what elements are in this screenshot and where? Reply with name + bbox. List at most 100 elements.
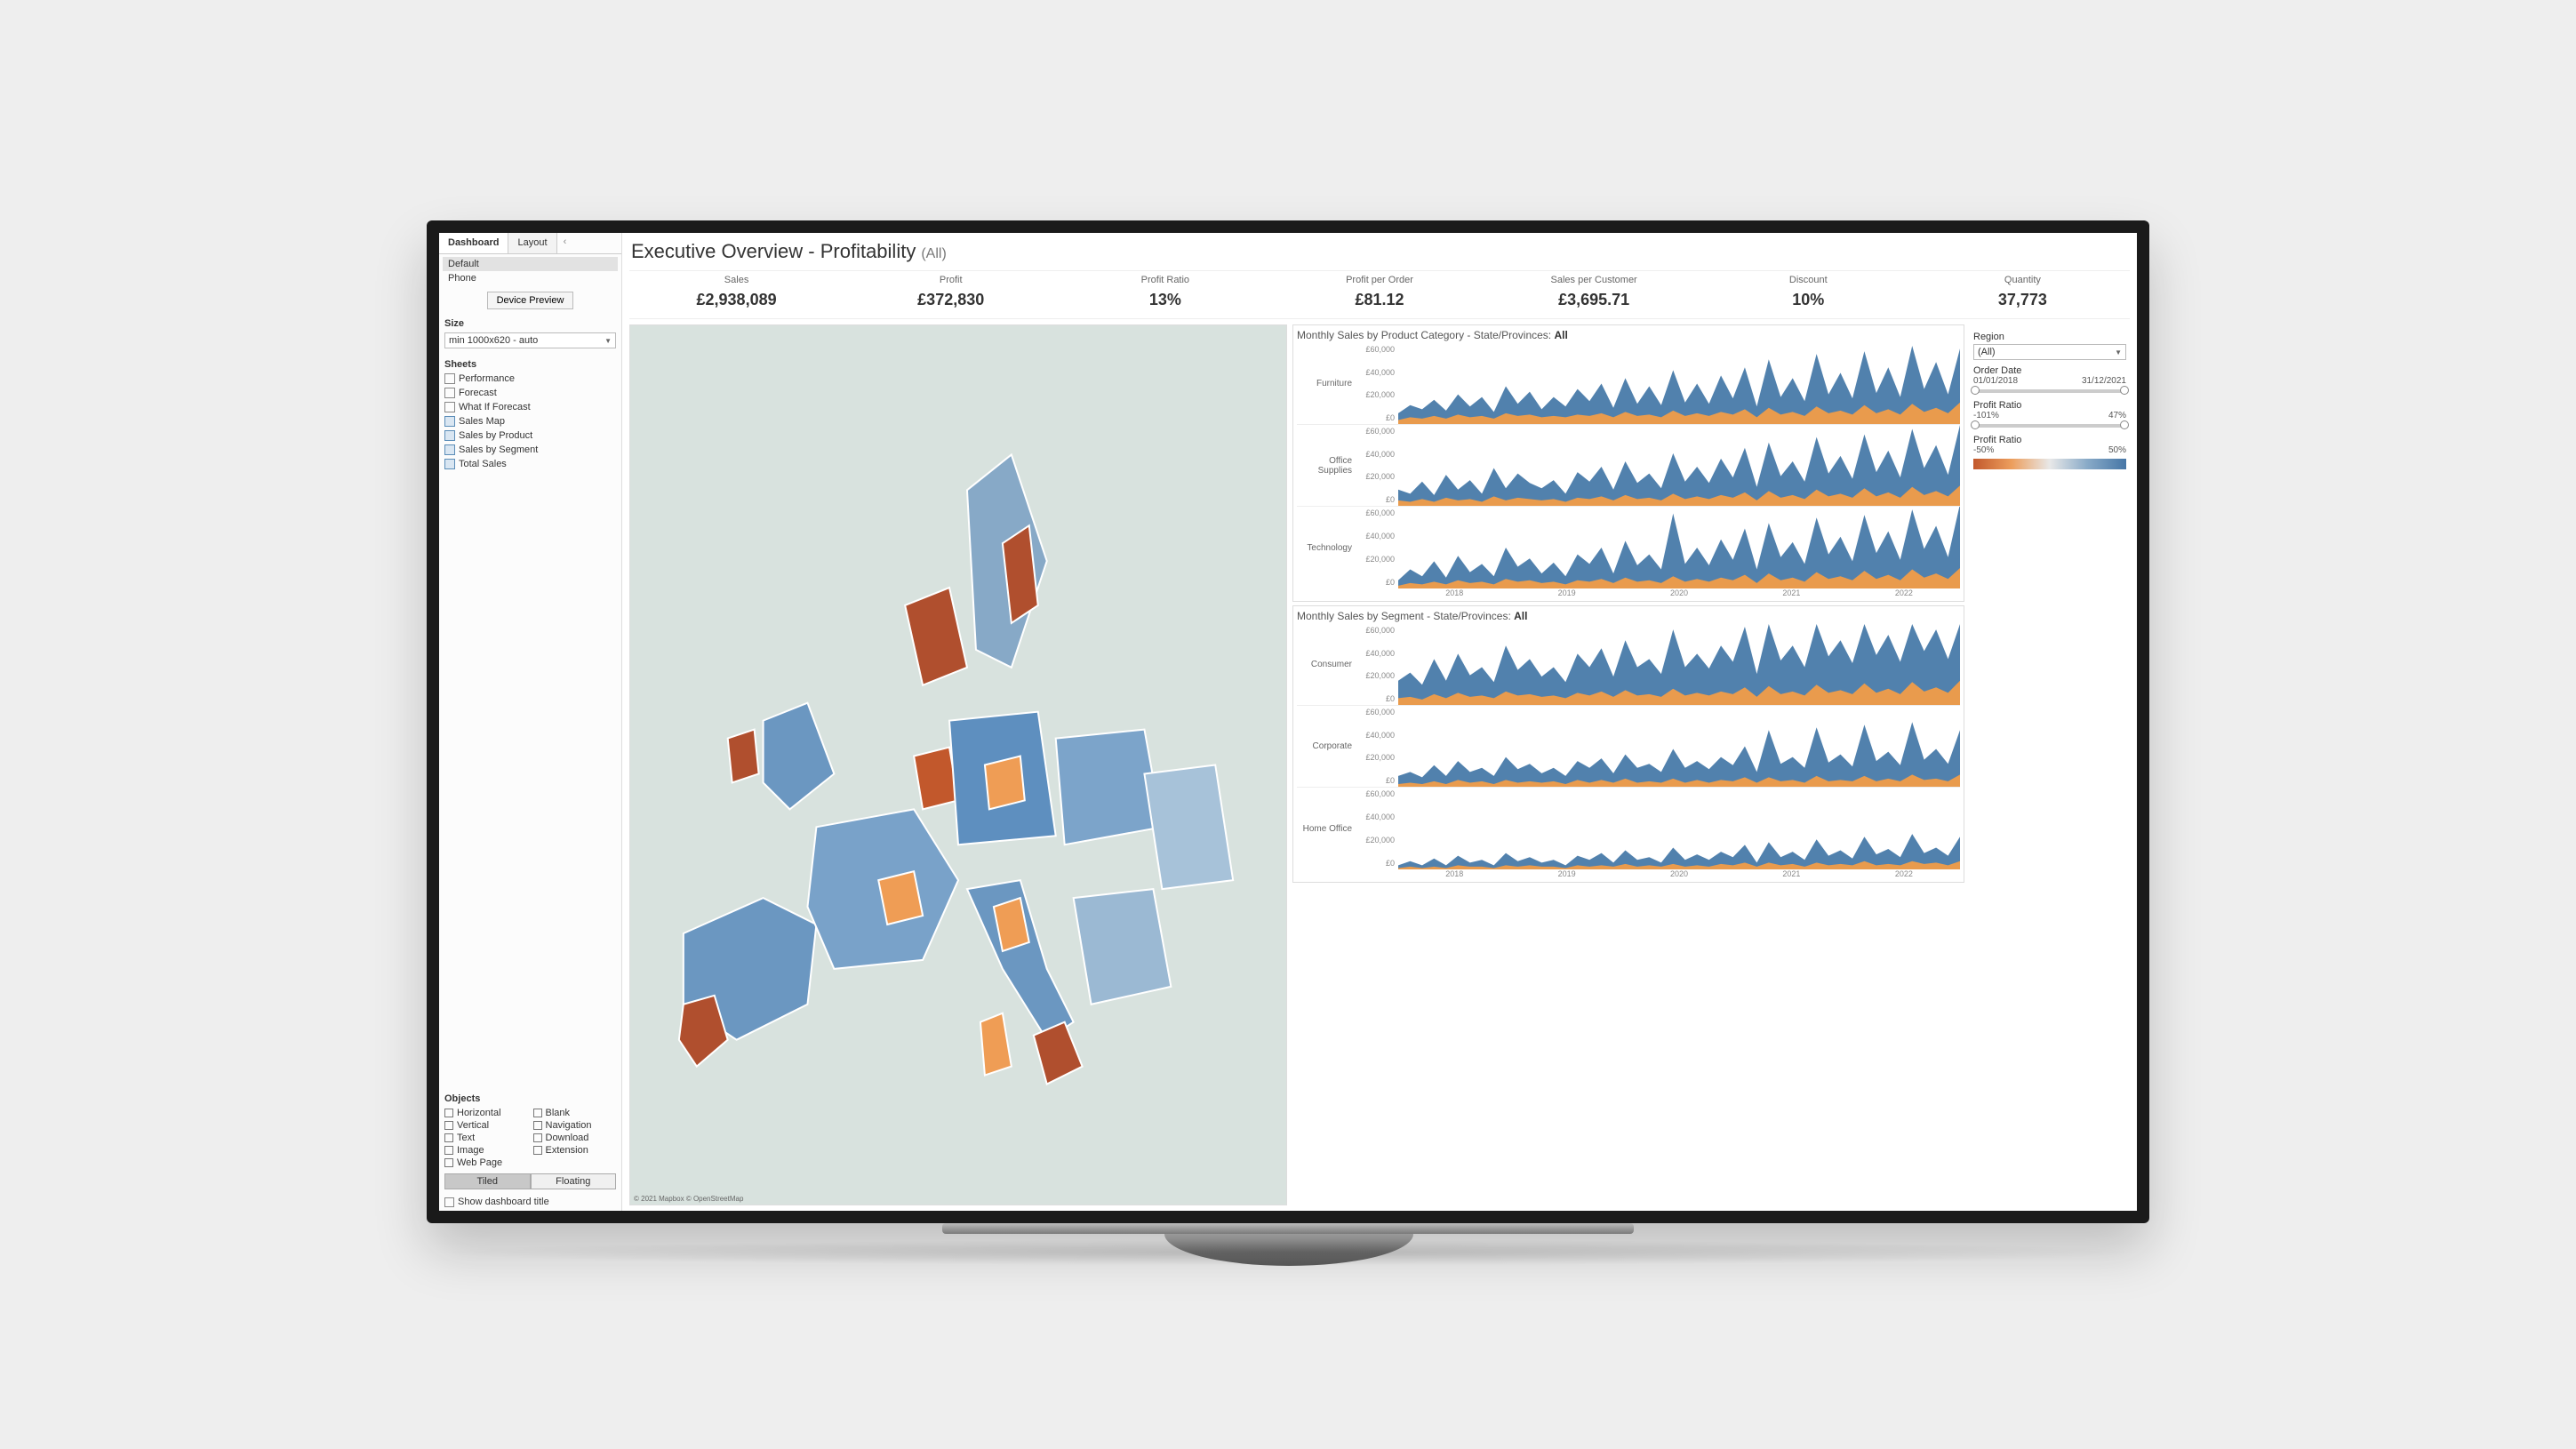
- sheet-item[interactable]: Sales by Product: [443, 428, 618, 443]
- date-from: 01/01/2018: [1973, 376, 2018, 386]
- sheet-item[interactable]: Sales by Segment: [443, 443, 618, 457]
- pr-min: -101%: [1973, 411, 1999, 420]
- layout-mode-toggle: Tiled Floating: [444, 1173, 616, 1189]
- title-suffix: (All): [921, 246, 946, 262]
- object-item[interactable]: Web Page: [444, 1157, 528, 1168]
- device-list: Default Phone: [439, 254, 621, 288]
- chart-row: Corporate£60,000£40,000£20,000£0: [1297, 706, 1960, 788]
- segment-charts-title: Monthly Sales by Segment - State/Provinc…: [1297, 610, 1960, 622]
- show-title-checkbox[interactable]: Show dashboard title: [439, 1193, 621, 1211]
- monitor-shadow: [427, 1239, 2149, 1266]
- device-preview-button[interactable]: Device Preview: [487, 292, 574, 309]
- chart-row: Office Supplies£60,000£40,000£20,000£0: [1297, 425, 1960, 507]
- monitor-stand-bar: [942, 1223, 1634, 1234]
- kpi-label: Sales: [629, 275, 844, 285]
- area-chart[interactable]: [1398, 624, 1960, 705]
- chevron-down-icon: ▼: [2115, 348, 2122, 356]
- sheet-item[interactable]: Performance: [443, 372, 618, 386]
- chart-row: Technology£60,000£40,000£20,000£0: [1297, 507, 1960, 588]
- sheet-icon: [444, 388, 455, 398]
- sheet-item[interactable]: What If Forecast: [443, 400, 618, 414]
- area-chart[interactable]: [1398, 343, 1960, 424]
- area-chart[interactable]: [1398, 788, 1960, 869]
- sheet-item[interactable]: Forecast: [443, 386, 618, 400]
- slider-handle-left[interactable]: [1971, 420, 1980, 429]
- kpi-value: 37,773: [1916, 285, 2130, 309]
- object-label: Vertical: [457, 1120, 489, 1131]
- sheet-label: Forecast: [459, 388, 497, 398]
- object-item[interactable]: Extension: [533, 1145, 617, 1156]
- object-item[interactable]: Vertical: [444, 1120, 528, 1131]
- size-dropdown[interactable]: min 1000x620 - auto ▼: [444, 332, 616, 348]
- object-item[interactable]: Horizontal: [444, 1108, 528, 1118]
- collapse-panel-button[interactable]: ‹: [557, 233, 573, 253]
- color-legend: [1973, 459, 2126, 469]
- sheet-label: What If Forecast: [459, 402, 531, 412]
- profit-ratio-slider[interactable]: [1973, 424, 2126, 428]
- map-attribution: © 2021 Mapbox © OpenStreetMap: [634, 1195, 743, 1203]
- show-title-label: Show dashboard title: [458, 1197, 549, 1207]
- sheet-icon: [444, 373, 455, 384]
- object-icon: [444, 1121, 453, 1130]
- object-label: Extension: [546, 1145, 588, 1156]
- object-icon: [444, 1109, 453, 1117]
- sheet-item[interactable]: Sales Map: [443, 414, 618, 428]
- area-chart[interactable]: [1398, 706, 1960, 787]
- area-chart[interactable]: [1398, 507, 1960, 588]
- object-icon: [444, 1146, 453, 1155]
- date-to: 31/12/2021: [2082, 376, 2126, 386]
- sales-map[interactable]: © 2021 Mapbox © OpenStreetMap: [629, 324, 1287, 1205]
- kpi-label: Discount: [1701, 275, 1916, 285]
- object-icon: [444, 1158, 453, 1167]
- object-icon: [533, 1146, 542, 1155]
- slider-handle-right[interactable]: [2120, 386, 2129, 395]
- legend-label: Profit Ratio: [1973, 435, 2126, 445]
- content-row: © 2021 Mapbox © OpenStreetMap Monthly Sa…: [629, 324, 2130, 1205]
- kpi-card: Profit Ratio13%: [1058, 271, 1272, 318]
- y-axis: £60,000£40,000£20,000£0: [1356, 507, 1398, 588]
- slider-handle-right[interactable]: [2120, 420, 2129, 429]
- chart-row: Furniture£60,000£40,000£20,000£0: [1297, 343, 1960, 425]
- object-label: Download: [546, 1133, 589, 1143]
- object-item[interactable]: Image: [444, 1145, 528, 1156]
- sheet-list: Performance Forecast What If Forecast Sales…: [439, 372, 621, 471]
- dashboard-canvas: Executive Overview - Profitability (All)…: [622, 233, 2137, 1211]
- device-default[interactable]: Default: [443, 257, 618, 271]
- objects-list: Horizontal Blank Vertical Navigation Text Dow…: [439, 1106, 621, 1170]
- tab-layout[interactable]: Layout: [508, 233, 556, 253]
- kpi-label: Profit Ratio: [1058, 275, 1272, 285]
- object-label: Navigation: [546, 1120, 592, 1131]
- sheet-label: Sales by Product: [459, 430, 532, 441]
- tab-dashboard[interactable]: Dashboard: [439, 233, 508, 253]
- dashboard-side-panel: Dashboard Layout ‹ Default Phone Device …: [439, 233, 622, 1211]
- region-dropdown[interactable]: (All)▼: [1973, 344, 2126, 360]
- toggle-tiled[interactable]: Tiled: [444, 1173, 531, 1189]
- object-icon: [533, 1121, 542, 1130]
- date-slider[interactable]: [1973, 389, 2126, 393]
- sheets-label: Sheets: [439, 354, 621, 372]
- device-phone[interactable]: Phone: [443, 271, 618, 285]
- slider-handle-left[interactable]: [1971, 386, 1980, 395]
- kpi-card: Profit£372,830: [844, 271, 1058, 318]
- object-item[interactable]: Navigation: [533, 1120, 617, 1131]
- map-svg: [630, 325, 1286, 1205]
- panel-tabs: Dashboard Layout ‹: [439, 233, 621, 254]
- object-icon: [533, 1109, 542, 1117]
- kpi-label: Profit: [844, 275, 1058, 285]
- area-chart[interactable]: [1398, 425, 1960, 506]
- kpi-card: Quantity37,773: [1916, 271, 2130, 318]
- object-item[interactable]: Blank: [533, 1108, 617, 1118]
- legend-min: -50%: [1973, 445, 1994, 455]
- kpi-value: £81.12: [1272, 285, 1486, 309]
- object-item[interactable]: Text: [444, 1133, 528, 1143]
- kpi-label: Sales per Customer: [1487, 275, 1701, 285]
- object-item[interactable]: Download: [533, 1133, 617, 1143]
- object-label: Web Page: [457, 1157, 502, 1168]
- sheet-label: Sales Map: [459, 416, 505, 427]
- checkbox-icon: [444, 1197, 454, 1207]
- sheet-icon: [444, 416, 455, 427]
- toggle-floating[interactable]: Floating: [531, 1173, 617, 1189]
- sheet-item[interactable]: Total Sales: [443, 457, 618, 471]
- monitor-frame: Dashboard Layout ‹ Default Phone Device …: [427, 220, 2149, 1223]
- sheet-icon: [444, 402, 455, 412]
